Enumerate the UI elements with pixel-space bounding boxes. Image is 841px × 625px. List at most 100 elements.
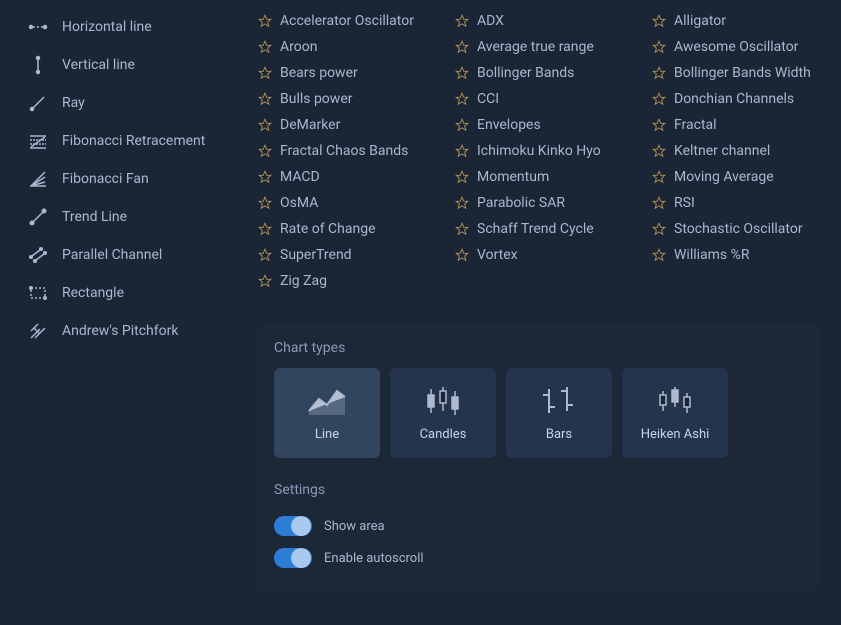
indicator-item[interactable]: Zig Zag: [250, 268, 447, 294]
indicator-label: Stochastic Oscillator: [674, 221, 803, 237]
star-icon[interactable]: [258, 274, 272, 288]
star-icon[interactable]: [258, 248, 272, 262]
tool-parallel-channel[interactable]: Parallel Channel: [0, 236, 250, 274]
chart-type-candles[interactable]: Candles: [390, 368, 496, 458]
indicator-item[interactable]: RSI: [644, 190, 841, 216]
star-icon[interactable]: [258, 222, 272, 236]
indicator-label: Bollinger Bands Width: [674, 65, 811, 81]
indicator-item[interactable]: Bollinger Bands Width: [644, 60, 841, 86]
indicator-label: Bollinger Bands: [477, 65, 574, 81]
indicator-item[interactable]: Stochastic Oscillator: [644, 216, 841, 242]
andrews-pitchfork-icon: [28, 321, 48, 341]
star-icon[interactable]: [652, 196, 666, 210]
indicator-item[interactable]: OsMA: [250, 190, 447, 216]
star-icon[interactable]: [652, 144, 666, 158]
indicator-label: Bulls power: [280, 91, 352, 107]
tool-ray[interactable]: Ray: [0, 84, 250, 122]
star-icon[interactable]: [258, 196, 272, 210]
star-icon[interactable]: [652, 14, 666, 28]
indicator-item[interactable]: Donchian Channels: [644, 86, 841, 112]
indicator-label: Awesome Oscillator: [674, 39, 798, 55]
indicator-item[interactable]: Alligator: [644, 8, 841, 34]
indicator-item[interactable]: CCI: [447, 86, 644, 112]
star-icon[interactable]: [455, 196, 469, 210]
tool-fib-retracement[interactable]: Fibonacci Retracement: [0, 122, 250, 160]
indicator-item[interactable]: DeMarker: [250, 112, 447, 138]
indicator-label: CCI: [477, 91, 499, 107]
indicator-item[interactable]: Schaff Trend Cycle: [447, 216, 644, 242]
indicator-item[interactable]: Rate of Change: [250, 216, 447, 242]
tool-label: Fibonacci Fan: [62, 171, 149, 187]
star-icon[interactable]: [258, 170, 272, 184]
indicator-item[interactable]: Parabolic SAR: [447, 190, 644, 216]
chart-type-line[interactable]: Line: [274, 368, 380, 458]
trend-line-icon: [28, 207, 48, 227]
indicator-item[interactable]: Average true range: [447, 34, 644, 60]
indicator-label: Keltner channel: [674, 143, 770, 159]
indicator-column: Accelerator OscillatorAroonBears power Bu…: [250, 8, 447, 294]
indicator-item[interactable]: Envelopes: [447, 112, 644, 138]
star-icon[interactable]: [258, 14, 272, 28]
indicator-item[interactable]: Bears power: [250, 60, 447, 86]
star-icon[interactable]: [652, 40, 666, 54]
tool-horizontal-line[interactable]: Horizontal line: [0, 8, 250, 46]
indicators-grid: Accelerator OscillatorAroonBears power Bu…: [250, 8, 841, 294]
settings-list: Show areaEnable autoscroll: [274, 510, 805, 574]
indicator-item[interactable]: Ichimoku Kinko Hyo: [447, 138, 644, 164]
indicator-item[interactable]: Momentum: [447, 164, 644, 190]
star-icon[interactable]: [652, 222, 666, 236]
tool-label: Vertical line: [62, 57, 135, 73]
tool-trend-line[interactable]: Trend Line: [0, 198, 250, 236]
chart-type-label: Line: [315, 427, 339, 442]
indicator-column: Alligator Awesome Oscillator Bollinger Ban…: [644, 8, 841, 294]
indicator-item[interactable]: MACD: [250, 164, 447, 190]
indicator-label: Alligator: [674, 13, 726, 29]
star-icon[interactable]: [455, 144, 469, 158]
star-icon[interactable]: [258, 66, 272, 80]
star-icon[interactable]: [258, 40, 272, 54]
star-icon[interactable]: [455, 170, 469, 184]
indicator-label: Rate of Change: [280, 221, 376, 237]
indicator-item[interactable]: Bulls power: [250, 86, 447, 112]
indicator-item[interactable]: ADX: [447, 8, 644, 34]
indicator-item[interactable]: Fractal: [644, 112, 841, 138]
star-icon[interactable]: [455, 66, 469, 80]
indicator-item[interactable]: Vortex: [447, 242, 644, 268]
indicator-label: Parabolic SAR: [477, 195, 565, 211]
star-icon[interactable]: [455, 14, 469, 28]
indicator-item[interactable]: Fractal Chaos Bands: [250, 138, 447, 164]
setting-label: Show area: [324, 519, 385, 534]
star-icon[interactable]: [258, 118, 272, 132]
chart-type-heiken-ashi[interactable]: Heiken Ashi: [622, 368, 728, 458]
tool-vertical-line[interactable]: Vertical line: [0, 46, 250, 84]
star-icon[interactable]: [455, 40, 469, 54]
indicator-item[interactable]: Accelerator Oscillator: [250, 8, 447, 34]
star-icon[interactable]: [455, 248, 469, 262]
toggle-show-area[interactable]: [274, 516, 312, 536]
star-icon[interactable]: [258, 144, 272, 158]
indicator-item[interactable]: Awesome Oscillator: [644, 34, 841, 60]
indicator-item[interactable]: Aroon: [250, 34, 447, 60]
heiken-ashi-chart-icon: [655, 385, 695, 417]
indicator-item[interactable]: Keltner channel: [644, 138, 841, 164]
setting-show-area: Show area: [274, 510, 805, 542]
tool-andrews-pitchfork[interactable]: Andrew's Pitchfork: [0, 312, 250, 350]
tool-rectangle[interactable]: Rectangle: [0, 274, 250, 312]
star-icon[interactable]: [455, 222, 469, 236]
indicator-item[interactable]: SuperTrend: [250, 242, 447, 268]
toggle-enable-autoscroll[interactable]: [274, 548, 312, 568]
tool-fib-fan[interactable]: Fibonacci Fan: [0, 160, 250, 198]
indicator-label: Envelopes: [477, 117, 541, 133]
indicator-item[interactable]: Bollinger Bands: [447, 60, 644, 86]
star-icon[interactable]: [455, 118, 469, 132]
star-icon[interactable]: [455, 92, 469, 106]
star-icon[interactable]: [258, 92, 272, 106]
star-icon[interactable]: [652, 170, 666, 184]
star-icon[interactable]: [652, 66, 666, 80]
chart-type-bars[interactable]: Bars: [506, 368, 612, 458]
indicator-item[interactable]: Moving Average: [644, 164, 841, 190]
star-icon[interactable]: [652, 92, 666, 106]
star-icon[interactable]: [652, 248, 666, 262]
indicator-item[interactable]: Williams %R: [644, 242, 841, 268]
star-icon[interactable]: [652, 118, 666, 132]
